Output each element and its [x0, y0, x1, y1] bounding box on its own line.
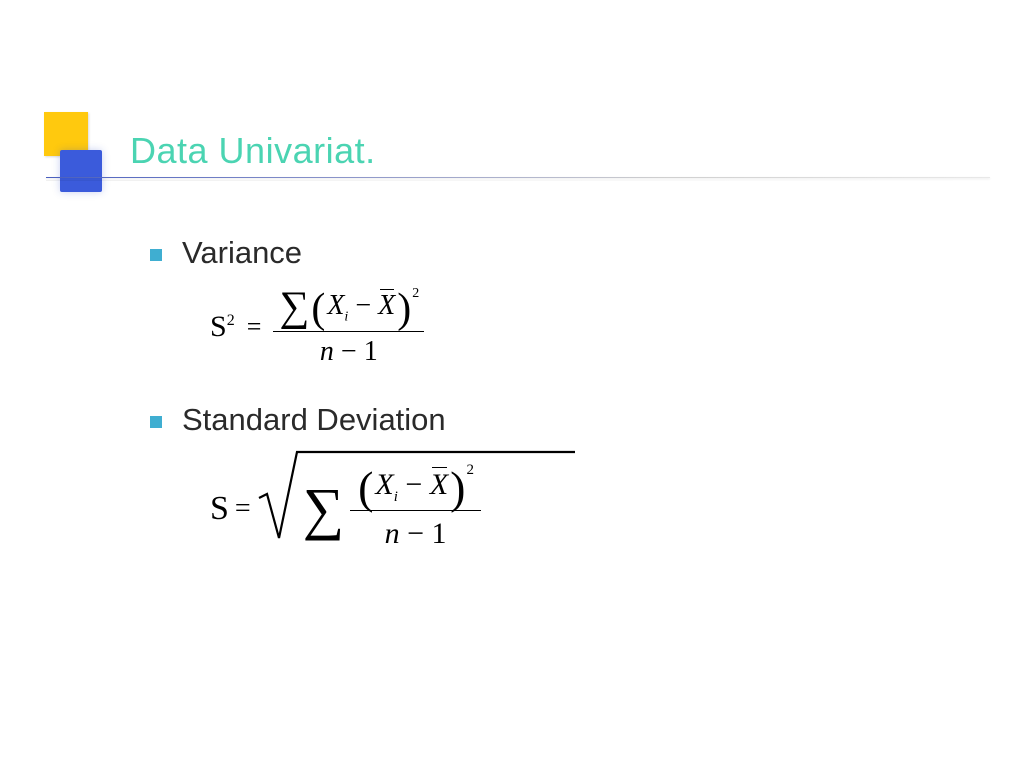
minus-sign: −	[355, 290, 371, 321]
variance-den-one: 1	[364, 336, 378, 367]
variance-lhs: S2	[210, 310, 235, 344]
title-underline	[46, 177, 990, 178]
radical-icon	[257, 448, 577, 544]
formula-stddev: S = ∑ ( Xi − X	[210, 468, 950, 551]
equals-sign: =	[241, 312, 268, 342]
equals-sign: =	[229, 493, 257, 525]
variance-fraction: ∑ ( Xi − X ) 2 n − 1	[273, 289, 424, 366]
variance-xi-symbol: X	[327, 290, 344, 321]
title-underline-shadow	[46, 180, 990, 181]
variance-lhs-power: 2	[227, 312, 235, 329]
stddev-xbar: X	[430, 468, 448, 501]
radical: ∑ ( Xi − X ) 2	[257, 468, 481, 551]
slide-body: Variance S2 = ∑ ( Xi − X	[150, 235, 950, 587]
variance-square-power: 2	[412, 287, 419, 301]
bullet-icon	[150, 416, 162, 428]
slide: Data Univariat. Variance S2 = ∑ ( Xi	[0, 0, 1024, 768]
variance-xbar: X	[378, 290, 395, 321]
variance-denominator: n − 1	[320, 332, 378, 366]
stddev-square-power: 2	[466, 462, 474, 479]
variance-den-minus: −	[341, 336, 357, 367]
lparen-icon: (	[358, 470, 373, 507]
rparen-icon: )	[450, 470, 465, 507]
decor-square-blue	[60, 150, 102, 192]
bullet-label-stddev: Standard Deviation	[182, 402, 446, 438]
slide-title: Data Univariat.	[130, 130, 376, 172]
variance-xi-sub: i	[344, 309, 348, 324]
lparen-icon: (	[311, 293, 325, 327]
bullet-row-variance: Variance	[150, 235, 950, 271]
stddev-lhs: S	[210, 490, 229, 528]
variance-numerator: ∑ ( Xi − X ) 2	[273, 289, 424, 332]
bullet-label-variance: Variance	[182, 235, 302, 271]
variance-term: Xi − X	[325, 292, 397, 325]
bullet-icon	[150, 249, 162, 261]
bullet-row-stddev: Standard Deviation	[150, 402, 950, 438]
variance-lhs-symbol: S	[210, 310, 227, 343]
formula-variance: S2 = ∑ ( Xi − X ) 2	[210, 289, 950, 366]
sigma-icon: ∑	[279, 289, 311, 327]
variance-den-n: n	[320, 336, 334, 367]
rparen-icon: )	[397, 293, 411, 327]
